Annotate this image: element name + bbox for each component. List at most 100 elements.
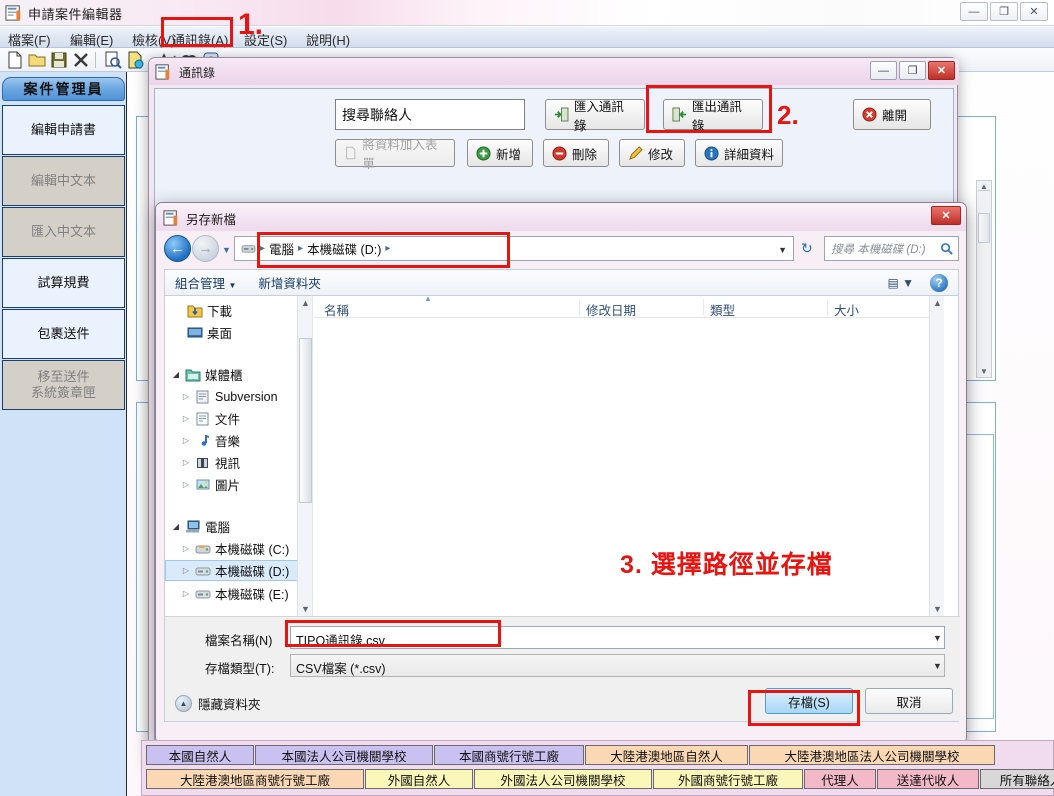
filetype-dropdown-icon[interactable]: ▼	[933, 661, 952, 671]
menu-item-help[interactable]: 說明(H)	[306, 30, 350, 49]
address-book-maximize-button[interactable]: ❐	[899, 61, 926, 80]
refresh-icon[interactable]: ↻	[801, 240, 813, 257]
breadcrumb-computer[interactable]: 電腦	[269, 239, 294, 258]
tree-item-libraries[interactable]: ◢ 媒體櫃	[165, 364, 312, 385]
column-header-type[interactable]: 類型	[710, 300, 735, 319]
app-minimize-button[interactable]: —	[960, 2, 988, 21]
open-folder-icon[interactable]	[28, 51, 46, 69]
tree-scroll-thumb[interactable]	[299, 338, 312, 503]
column-header-name[interactable]: 名稱	[324, 300, 349, 319]
expander-open-icon[interactable]: ◢	[171, 522, 181, 531]
tree-item-local-disk-d[interactable]: ▷ 本機磁碟 (D:)	[165, 560, 312, 581]
tab-foreign-business[interactable]: 外國商號行號工廠	[653, 769, 803, 789]
file-list-scrollbar[interactable]: ▲ ▼	[929, 296, 944, 616]
help-question-icon[interactable]: ?	[930, 274, 948, 292]
tree-item-local-disk-c[interactable]: ▷ 本機磁碟 (C:)	[165, 538, 312, 559]
filename-dropdown-icon[interactable]: ▼	[933, 633, 952, 643]
scroll-up-icon[interactable]: ▲	[933, 298, 942, 308]
app-close-button[interactable]: ✕	[1020, 2, 1048, 21]
address-book-minimize-button[interactable]: —	[870, 61, 897, 80]
tree-item-subversion[interactable]: ▷ Subversion	[165, 386, 312, 407]
tab-foreign-legal-entity[interactable]: 外國法人公司機關學校	[474, 769, 652, 789]
tab-mainland-legal-entity[interactable]: 大陸港澳地區法人公司機關學校	[749, 745, 995, 765]
exit-button[interactable]: 離開	[853, 99, 931, 130]
add-contact-button[interactable]: 新增	[467, 139, 533, 167]
tab-all-contacts[interactable]: 所有聯絡人	[980, 769, 1054, 789]
new-file-icon[interactable]	[6, 51, 24, 69]
tab-delivery-recipient[interactable]: 送達代收人	[877, 769, 979, 789]
tab-mainland-natural-person[interactable]: 大陸港澳地區自然人	[585, 745, 748, 765]
tree-item-local-disk-e[interactable]: ▷ 本機磁碟 (E:)	[165, 583, 312, 604]
page-new-icon[interactable]	[126, 51, 144, 69]
app-maximize-button[interactable]: ❐	[990, 2, 1018, 21]
view-list-icon[interactable]: ▤ ▼	[887, 276, 914, 290]
save-as-close-button[interactable]: ✕	[931, 206, 961, 225]
expander-closed-icon[interactable]: ▷	[181, 458, 191, 467]
tree-item-desktop[interactable]: 桌面	[165, 322, 312, 343]
cancel-button[interactable]: 取消	[865, 688, 953, 714]
forward-arrow-icon[interactable]: →	[192, 235, 219, 262]
address-dropdown-icon[interactable]: ▼	[778, 245, 787, 255]
sidebar-item-package-send[interactable]: 包裹送件	[2, 309, 125, 359]
expander-closed-icon[interactable]: ▷	[181, 566, 191, 575]
tab-domestic-legal-entity[interactable]: 本國法人公司機關學校	[255, 745, 433, 765]
save-disk-icon[interactable]	[50, 51, 68, 69]
expander-closed-icon[interactable]: ▷	[181, 589, 191, 598]
tree-item-videos[interactable]: ▷ 視訊	[165, 452, 312, 473]
column-header-modified[interactable]: 修改日期	[586, 300, 636, 319]
chevron-down-icon[interactable]: ▼	[222, 245, 231, 255]
delete-contact-button[interactable]: 刪除	[543, 139, 609, 167]
contact-details-button[interactable]: 詳細資料	[695, 139, 783, 167]
back-arrow-icon[interactable]: ←	[164, 235, 191, 262]
filetype-select[interactable]: CSV檔案 (*.csv)	[290, 654, 945, 677]
tab-domestic-business[interactable]: 本國商號行號工廠	[434, 745, 584, 765]
tree-item-pictures[interactable]: ▷ 圖片	[165, 474, 312, 495]
expander-closed-icon[interactable]: ▷	[181, 544, 191, 553]
address-book-close-button[interactable]: ✕	[928, 61, 955, 80]
menu-item-verify[interactable]: 檢核(V)	[132, 30, 175, 49]
address-bar[interactable]: ▸ 電腦 ▸ 本機磁碟 (D:) ▸ ▼	[234, 236, 794, 261]
sidebar-item-fee-estimate[interactable]: 試算規費	[2, 258, 125, 308]
column-header-size[interactable]: 大小	[834, 300, 859, 319]
expander-closed-icon[interactable]: ▷	[181, 414, 191, 423]
tree-item-music[interactable]: ▷ 音樂	[165, 430, 312, 451]
filename-input[interactable]: TIPO通訊錄.csv	[290, 626, 945, 649]
scroll-down-icon[interactable]: ▼	[301, 604, 310, 614]
tab-foreign-natural-person[interactable]: 外國自然人	[365, 769, 473, 789]
search-contacts-input[interactable]: 搜尋聯絡人	[335, 99, 525, 130]
import-address-book-button[interactable]: 匯入通訊錄	[545, 99, 645, 133]
menu-item-file[interactable]: 檔案(F)	[8, 30, 51, 49]
expander-open-icon[interactable]: ◢	[171, 370, 181, 379]
edit-contact-button[interactable]: 修改	[619, 139, 685, 167]
hide-folders-toggle[interactable]: ▲ 隱藏資料夾	[175, 694, 261, 713]
export-address-book-button[interactable]: 匯出通訊錄	[663, 99, 763, 133]
expander-closed-icon[interactable]: ▷	[181, 480, 191, 489]
save-button[interactable]: 存檔(S)	[765, 688, 853, 714]
tree-item-computer[interactable]: ◢ 電腦	[165, 516, 312, 537]
sidebar-item-edit-chinese[interactable]: 編輯中文本	[2, 156, 125, 206]
tree-item-downloads[interactable]: 下載	[165, 300, 312, 321]
scroll-down-icon[interactable]: ▼	[933, 604, 942, 614]
tab-domestic-natural-person[interactable]: 本國自然人	[146, 745, 254, 765]
close-x-icon[interactable]	[72, 51, 90, 69]
background-scrollbar[interactable]: ▲ ▼	[976, 180, 992, 378]
tree-scrollbar[interactable]: ▲ ▼	[297, 296, 312, 616]
menu-item-addressbook[interactable]: 通訊錄(A)	[172, 30, 228, 49]
expander-closed-icon[interactable]: ▷	[181, 436, 191, 445]
sidebar-item-move-to-sign-box[interactable]: 移至送件 系統簽章匣	[2, 360, 125, 410]
save-as-search-input[interactable]: 搜尋 本機磁碟 (D:)	[824, 236, 959, 261]
tab-agent[interactable]: 代理人	[804, 769, 876, 789]
print-preview-icon[interactable]	[104, 51, 122, 69]
tree-label-libraries: 媒體櫃	[205, 369, 243, 383]
expander-closed-icon[interactable]: ▷	[181, 392, 191, 401]
menu-item-edit[interactable]: 編輯(E)	[70, 30, 113, 49]
add-to-form-button[interactable]: 將資料加入表單	[335, 138, 455, 171]
breadcrumb-local-disk-d[interactable]: 本機磁碟 (D:)	[307, 239, 381, 258]
scroll-up-icon[interactable]: ▲	[301, 298, 310, 308]
tab-mainland-business[interactable]: 大陸港澳地區商號行號工廠	[146, 769, 364, 789]
organize-button[interactable]: 組合管理 ▼	[175, 273, 236, 292]
new-folder-button[interactable]: 新增資料夾	[258, 273, 321, 292]
sidebar-item-import-chinese[interactable]: 匯入中文本	[2, 207, 125, 257]
tree-item-documents[interactable]: ▷ 文件	[165, 408, 312, 429]
sidebar-item-edit-application[interactable]: 編輯申請書	[2, 105, 125, 155]
